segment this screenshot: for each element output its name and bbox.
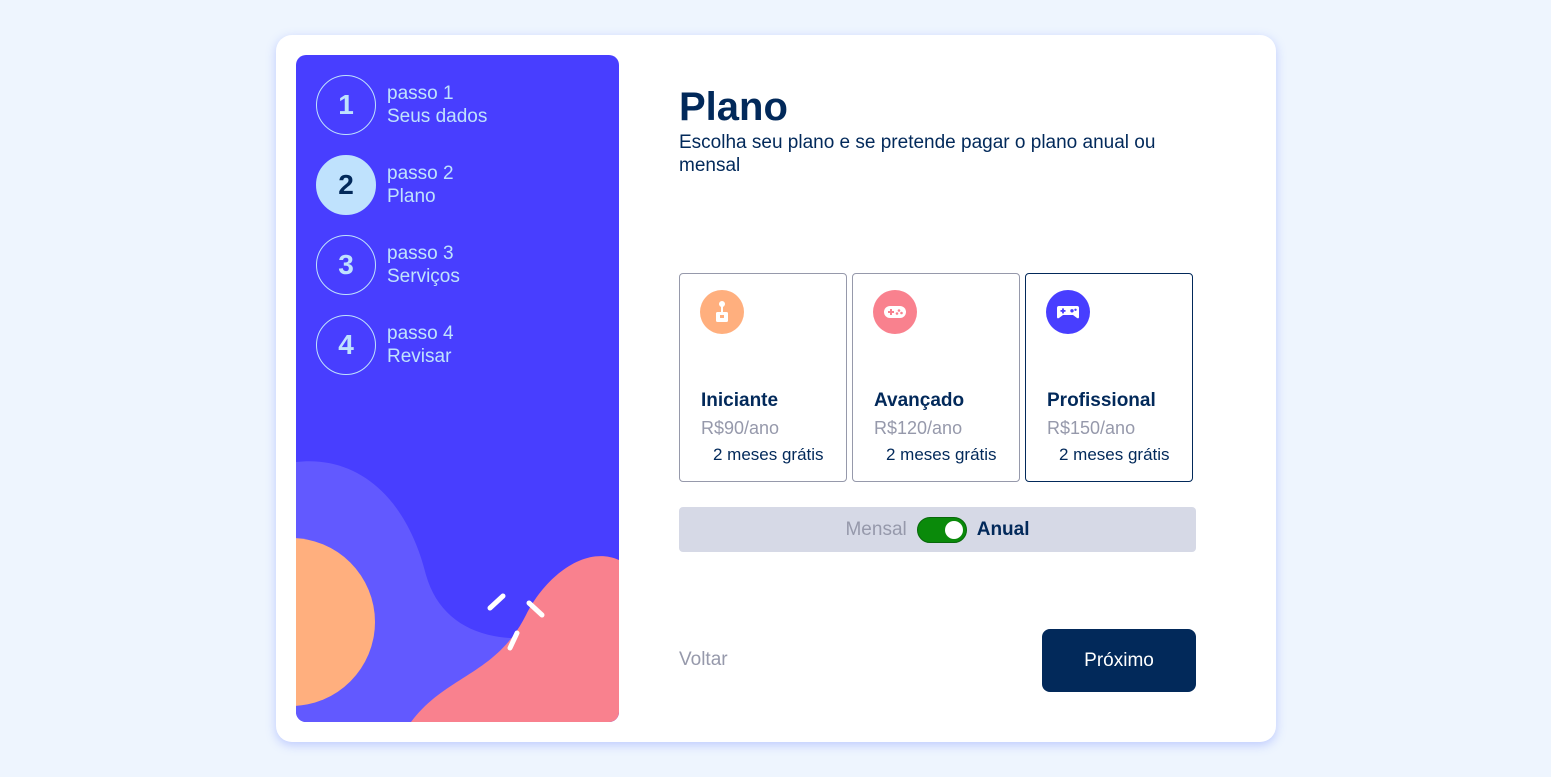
step-number: 4: [316, 315, 376, 375]
toggle-knob: [944, 520, 963, 539]
arcade-joystick-icon: [700, 290, 744, 334]
game-controller-icon: [1046, 290, 1090, 334]
step-3: 3 passo 3 Serviços: [316, 235, 460, 295]
step-2: 2 passo 2 Plano: [316, 155, 454, 215]
step-name: Plano: [387, 186, 436, 207]
billing-toggle-switch[interactable]: [916, 516, 967, 543]
step-label: passo 4: [387, 323, 454, 344]
plan-options: Iniciante R$90/ano 2 meses grátis Avança…: [679, 273, 1196, 483]
plan-name: Avançado: [874, 390, 965, 411]
step-name: Serviços: [387, 266, 460, 287]
plan-bonus: 2 meses grátis: [886, 445, 997, 464]
monthly-label[interactable]: Mensal: [845, 519, 906, 541]
gamepad-icon: [873, 290, 917, 334]
step-label: passo 2: [387, 163, 454, 184]
plan-name: Profissional: [1047, 390, 1156, 411]
plan-card-profissional[interactable]: Profissional R$150/ano 2 meses grátis: [1025, 273, 1193, 482]
back-button[interactable]: Voltar: [679, 649, 728, 671]
form-card: 1 passo 1 Seus dados 2 passo 2 Plano 3 p…: [276, 35, 1276, 742]
plan-step-content: Plano Escolha seu plano e se pretende pa…: [679, 35, 1196, 742]
step-label: passo 1: [387, 83, 454, 104]
step-4: 4 passo 4 Revisar: [316, 315, 454, 375]
step-number: 2: [316, 155, 376, 215]
plan-price: R$90/ano: [701, 418, 780, 438]
step-name: Revisar: [387, 346, 452, 367]
billing-toggle-bar: Mensal Anual: [679, 507, 1196, 552]
next-button[interactable]: Próximo: [1042, 629, 1196, 692]
step-number: 1: [316, 75, 376, 135]
plan-name: Iniciante: [701, 390, 779, 411]
plan-bonus: 2 meses grátis: [713, 445, 824, 464]
yearly-label[interactable]: Anual: [977, 519, 1030, 541]
page-title: Plano: [679, 85, 788, 129]
step-1: 1 passo 1 Seus dados: [316, 75, 487, 135]
plan-price: R$150/ano: [1047, 418, 1136, 438]
plan-bonus: 2 meses grátis: [1059, 445, 1170, 464]
plan-price: R$120/ano: [874, 418, 963, 438]
plan-card-iniciante[interactable]: Iniciante R$90/ano 2 meses grátis: [679, 273, 847, 482]
steps-sidebar: 1 passo 1 Seus dados 2 passo 2 Plano 3 p…: [296, 55, 619, 722]
step-number: 3: [316, 235, 376, 295]
page-subtitle: Escolha seu plano e se pretende pagar o …: [679, 132, 1156, 176]
plan-card-avancado[interactable]: Avançado R$120/ano 2 meses grátis: [852, 273, 1020, 482]
step-name: Seus dados: [387, 106, 488, 127]
step-label: passo 3: [387, 243, 454, 264]
